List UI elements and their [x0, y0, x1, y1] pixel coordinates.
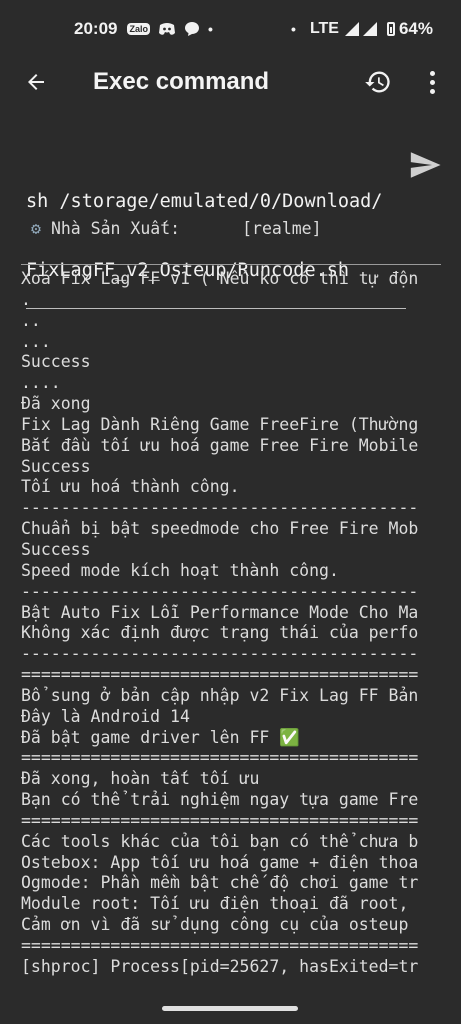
output-line: Ogmode: Phần mềm bật chế độ chơi game tr — [21, 873, 419, 893]
dot-icon: • — [208, 21, 213, 37]
dot-icon: • — [291, 21, 296, 37]
more-options-button[interactable] — [420, 64, 444, 100]
output-line: Success — [21, 352, 91, 372]
output-line: . — [21, 289, 31, 309]
output-line: .. — [21, 310, 41, 330]
history-icon — [365, 71, 390, 93]
gesture-nav-bar[interactable] — [162, 1006, 298, 1011]
output-line: ======================================== — [21, 936, 419, 955]
output-line: Đã bật game driver lên FF ✅ — [21, 727, 300, 747]
output-line: ... — [21, 331, 51, 351]
vendor-line: ⚙ Nhà Sản Xuất: [realme] — [21, 216, 461, 242]
arrow-back-icon — [28, 74, 44, 90]
more-vert-icon — [429, 70, 435, 76]
output-line: .... — [21, 373, 61, 393]
output-line: Bổ sung ở bản cập nhập v2 Fix Lag FF Bản — [21, 685, 419, 705]
output-line: Đã xong — [21, 394, 91, 414]
output-line: Cảm ơn vì đã sử dụng công cụ của osteup — [21, 915, 409, 935]
output-line: Đây là Android 14 — [21, 706, 190, 726]
gear-icon: ⚙ — [31, 219, 41, 238]
output-line: Bật Auto Fix Lỗi Performance Mode Cho Ma — [21, 602, 419, 622]
command-output: ⚙ Nhà Sản Xuất: [realme] Xoá Fix Lag FF v1… — [21, 216, 461, 978]
output-line: Các tools khác của tôi bạn có thể chưa b — [21, 831, 419, 851]
status-bar: 20:09 Zalo • • LTE 64% — [0, 0, 461, 58]
divider — [21, 264, 441, 265]
history-button[interactable] — [362, 64, 394, 100]
output-line: ---------------------------------------- — [21, 498, 419, 518]
output-line: Ostebox: App tối ưu hoá game + điện thoa — [21, 852, 419, 872]
output-line: Xoá Fix Lag FF v1 ( Nếu ko có thì tự độn — [21, 269, 419, 288]
signal-icon — [362, 22, 377, 36]
send-button[interactable] — [408, 148, 442, 182]
output-line: Tối ưu hoá thành công. — [21, 477, 240, 497]
send-icon — [410, 152, 441, 178]
output-line: Speed mode kích hoạt thành công. — [21, 560, 339, 580]
output-line: Success — [21, 456, 91, 476]
output-line: ---------------------------------------- — [21, 644, 419, 664]
command-line-1: sh /storage/emulated/0/Download/ — [26, 191, 383, 212]
app-bar: Exec command — [0, 58, 461, 108]
chat-icon — [184, 21, 200, 37]
output-line: ---------------------------------------- — [21, 581, 419, 601]
output-line: Bạn có thể trải nghiệm ngay tựa game Fre — [21, 790, 419, 810]
output-line: Chuẩn bị bật speedmode cho Free Fire Mob — [21, 519, 419, 539]
status-time: 20:09 — [74, 19, 118, 38]
output-lines: Xoá Fix Lag FF v1 ( Nếu ko có thì tự độn… — [21, 269, 461, 978]
output-line: Module root: Tối ưu điện thoại đã root, — [21, 894, 409, 914]
output-line: Không xác định được trạng thái của perfo — [21, 623, 419, 643]
output-line: Success — [21, 539, 91, 559]
output-line: Đã xong, hoàn tất tối ưu — [21, 769, 260, 789]
output-line: ======================================== — [21, 810, 419, 830]
battery-percent: 64% — [398, 19, 433, 38]
page-title: Exec command — [93, 68, 270, 95]
output-line: Fix Lag Dành Riêng Game FreeFire (Thường — [21, 414, 419, 434]
network-type: LTE — [309, 20, 339, 37]
output-line: [shproc] Process[pid=25627, hasExited=tr — [21, 956, 419, 976]
zalo-icon: Zalo — [127, 23, 150, 35]
battery-icon — [386, 22, 395, 36]
vendor-label: Nhà Sản Xuất: — [50, 219, 181, 238]
discord-icon — [158, 22, 176, 36]
output-line: Bắt đầu tối ưu hoá game Free Fire Mobile — [21, 435, 419, 455]
output-line: ======================================== — [21, 665, 419, 685]
output-line: ======================================== — [21, 748, 419, 768]
vendor-value: [realme] — [242, 219, 322, 238]
signal-icon — [344, 22, 359, 36]
back-button[interactable] — [20, 64, 52, 100]
